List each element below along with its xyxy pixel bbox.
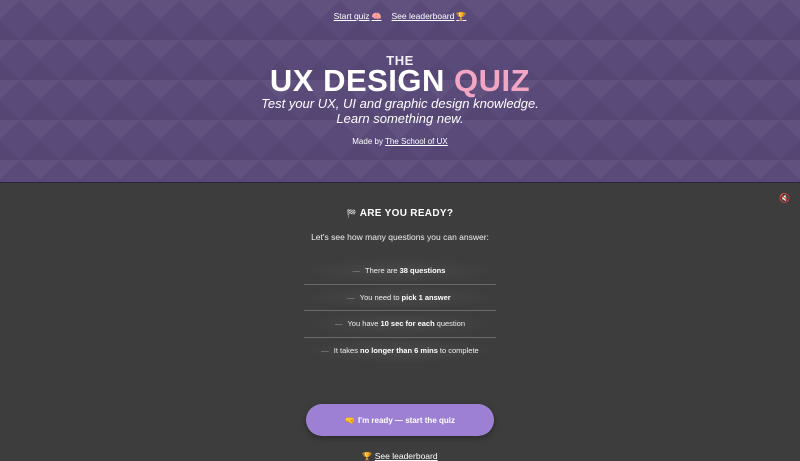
footer-leaderboard: 🏆 See leaderboard [0,451,800,461]
made-by-prefix: Made by [352,137,383,146]
start-quiz-link-label: Start quiz [333,11,370,21]
quiz-rules-list: — There are 38 questions — You need to p… [304,258,496,364]
ready-intro: Let's see how many questions you can ans… [311,232,489,242]
see-leaderboard-link[interactable]: See leaderboard 🏆 [392,11,467,21]
rule-text-pre: It takes [333,346,358,356]
rule-text-bold: pick 1 answer [401,292,451,302]
checkered-flag-icon: 🏁 [346,209,358,218]
rule-dash: — [321,346,329,356]
rule-dash: — [347,292,355,302]
trophy-icon: 🏆 [362,452,373,461]
rule-text-post: question [436,319,466,329]
rule-text-pre: You need to [359,292,400,302]
top-nav: Start quiz 🧠 See leaderboard 🏆 [0,11,800,21]
rule-text-pre: There are [365,266,398,276]
rule-text-bold: 38 questions [399,266,446,276]
rule-text-bold: no longer than 6 mins [359,346,438,356]
start-quiz-button-label: I'm ready — start the quiz [357,415,455,425]
ready-heading-text: ARE YOU READY? [359,208,454,219]
start-quiz-button[interactable]: 🤜 I'm ready — start the quiz [306,404,494,436]
page-title: UX DESIGN QUIZ [0,63,800,99]
page-title-accent: QUIZ [454,63,531,98]
fist-icon: 🤜 [344,415,355,425]
rule-item: — You need to pick 1 answer [304,284,496,311]
page-subtitle: Test your UX, UI and graphic design know… [0,96,800,126]
page-title-main: UX DESIGN [269,63,445,98]
rule-dash: — [352,266,361,276]
rule-item: — There are 38 questions [304,258,496,285]
ready-heading: 🏁 ARE YOU READY? [0,208,800,219]
rule-text-pre: You have [347,319,379,329]
rule-dash: — [334,319,343,329]
see-leaderboard-link-label: See leaderboard [391,11,455,21]
trophy-icon: 🏆 [456,11,467,21]
subtitle-line-1: Test your UX, UI and graphic design know… [261,96,539,111]
school-of-ux-link[interactable]: The School of UX [385,137,448,146]
start-quiz-link[interactable]: Start quiz 🧠 [334,11,382,21]
footer-leaderboard-link[interactable]: See leaderboard [375,451,438,461]
made-by: Made by The School of UX [0,137,800,146]
hero-banner: Start quiz 🧠 See leaderboard 🏆 THE UX DE… [0,0,800,183]
rule-item: — It takes no longer than 6 mins to comp… [304,337,496,364]
brain-icon: 🧠 [371,11,382,21]
rule-text-bold: 10 sec for each [380,319,435,329]
rule-item: — You have 10 sec for each question [304,311,496,338]
mute-sound-icon[interactable]: 🔇 [778,194,792,206]
subtitle-line-2: Learn something new. [336,111,464,126]
rule-text-post: to complete [439,346,479,356]
